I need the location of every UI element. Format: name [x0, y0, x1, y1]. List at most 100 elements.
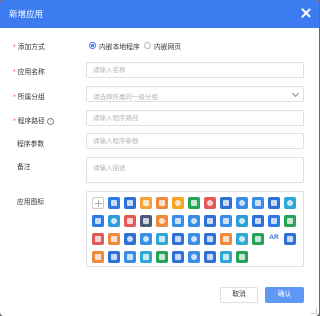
- gear-icon[interactable]: [236, 197, 248, 209]
- monitor-icon[interactable]: [268, 215, 280, 227]
- icon-glyph: [255, 200, 261, 206]
- icon-glyph: [239, 218, 245, 224]
- clipboard-icon[interactable]: [252, 215, 264, 227]
- apps-icon[interactable]: [92, 251, 104, 263]
- wrench-icon[interactable]: [172, 215, 184, 227]
- icon-glyph: [159, 218, 165, 224]
- icon-glyph: [159, 254, 165, 260]
- help-icon[interactable]: ?: [46, 117, 54, 125]
- toolbox-icon[interactable]: [204, 215, 216, 227]
- program-path-field[interactable]: [86, 110, 304, 126]
- icon-glyph: [207, 218, 213, 224]
- database-icon[interactable]: [188, 233, 200, 245]
- terminal-icon[interactable]: [156, 251, 168, 263]
- icon-picker: AR: [86, 191, 304, 267]
- chevron-down-icon[interactable]: [291, 89, 300, 98]
- group-select[interactable]: 请选择所属的一级分组: [86, 86, 304, 102]
- lock-icon[interactable]: [220, 251, 232, 263]
- icon-glyph: [271, 200, 277, 206]
- people-icon[interactable]: [188, 215, 200, 227]
- close-icon[interactable]: [299, 6, 313, 20]
- icon-glyph: [255, 236, 261, 242]
- app-name-input[interactable]: [87, 63, 303, 77]
- photo-icon[interactable]: [252, 233, 264, 245]
- video-camera-icon[interactable]: [124, 197, 136, 209]
- radio-local-program-label[interactable]: 内嵌本地程序: [99, 41, 140, 51]
- cancel-button[interactable]: 取消: [220, 287, 258, 303]
- icon-glyph: [159, 200, 165, 206]
- ar-icon[interactable]: AR: [268, 233, 280, 245]
- play-icon[interactable]: [220, 233, 232, 245]
- icon-glyph: [159, 236, 165, 242]
- file-icon[interactable]: [108, 233, 120, 245]
- icon-glyph: [271, 218, 277, 224]
- folder-green-icon[interactable]: [284, 215, 296, 227]
- icon-glyph: [255, 218, 261, 224]
- network-icon[interactable]: [108, 215, 120, 227]
- server-icon[interactable]: [172, 233, 184, 245]
- chart-icon[interactable]: [204, 233, 216, 245]
- projector-icon[interactable]: [124, 251, 136, 263]
- badge-icon[interactable]: [220, 197, 232, 209]
- icon-glyph: [191, 200, 197, 206]
- radio-web-page[interactable]: [144, 42, 151, 49]
- icon-glyph: [143, 218, 149, 224]
- book-icon[interactable]: [268, 197, 280, 209]
- disk-icon[interactable]: [236, 215, 248, 227]
- mail-icon[interactable]: [156, 197, 168, 209]
- team-icon[interactable]: [156, 233, 168, 245]
- printer-icon[interactable]: [140, 215, 152, 227]
- icon-glyph: [239, 254, 245, 260]
- tablet-icon[interactable]: [108, 251, 120, 263]
- icon-glyph: [239, 200, 245, 206]
- remarks-textarea[interactable]: [87, 158, 303, 182]
- program-args-input[interactable]: [87, 134, 303, 148]
- icon-glyph: [223, 236, 229, 242]
- app-icon-label: 应用图标: [17, 199, 45, 206]
- program-path-input[interactable]: [87, 111, 303, 125]
- image-icon[interactable]: [172, 197, 184, 209]
- icon-glyph: [143, 236, 149, 242]
- remarks-field[interactable]: [86, 157, 304, 183]
- compass-icon[interactable]: [188, 251, 200, 263]
- screen-icon[interactable]: [140, 251, 152, 263]
- headset-icon[interactable]: [156, 215, 168, 227]
- icon-glyph: [207, 200, 213, 206]
- user-window-icon[interactable]: [108, 197, 120, 209]
- cloud-icon[interactable]: [140, 233, 152, 245]
- phone-icon[interactable]: [236, 251, 248, 263]
- music-icon[interactable]: [236, 233, 248, 245]
- mobile-icon[interactable]: [220, 215, 232, 227]
- radio-local-program[interactable]: [89, 42, 96, 49]
- calendar-icon[interactable]: [124, 215, 136, 227]
- icon-glyph: [143, 200, 149, 206]
- icon-glyph: [191, 218, 197, 224]
- confirm-button[interactable]: 确认: [265, 287, 304, 303]
- search-icon[interactable]: [124, 233, 136, 245]
- document-icon[interactable]: [252, 197, 264, 209]
- radio-web-page-label[interactable]: 内嵌网页: [154, 41, 181, 51]
- icon-glyph: [207, 254, 213, 260]
- group-select-placeholder: 请选择所属的一级分组: [93, 94, 158, 101]
- chat-icon[interactable]: [92, 215, 104, 227]
- shield-icon[interactable]: [204, 251, 216, 263]
- icon-glyph: [223, 218, 229, 224]
- icon-glyph: [175, 218, 181, 224]
- icon-glyph: [287, 236, 293, 242]
- add-icon[interactable]: [92, 197, 104, 209]
- app-name-field[interactable]: [86, 62, 304, 78]
- person-icon[interactable]: [204, 197, 216, 209]
- program-path-label: * 程序路径?: [13, 115, 54, 125]
- user-card-icon[interactable]: [92, 233, 104, 245]
- globe-icon[interactable]: [284, 197, 296, 209]
- app-name-label: * 应用名称: [13, 69, 45, 76]
- tree-icon[interactable]: [188, 197, 200, 209]
- group-label: * 所属分组: [13, 94, 45, 101]
- add-app-dialog: 新增应用 *添加方式 内嵌本地程序 内嵌网页 *应用名称 *所属分组 请选择所属…: [0, 0, 319, 316]
- grid-icon[interactable]: [284, 233, 296, 245]
- folder-icon[interactable]: [140, 197, 152, 209]
- resize-grip[interactable]: [311, 308, 317, 314]
- program-args-field[interactable]: [86, 133, 304, 149]
- cube-icon[interactable]: [172, 251, 184, 263]
- icon-glyph: [223, 200, 229, 206]
